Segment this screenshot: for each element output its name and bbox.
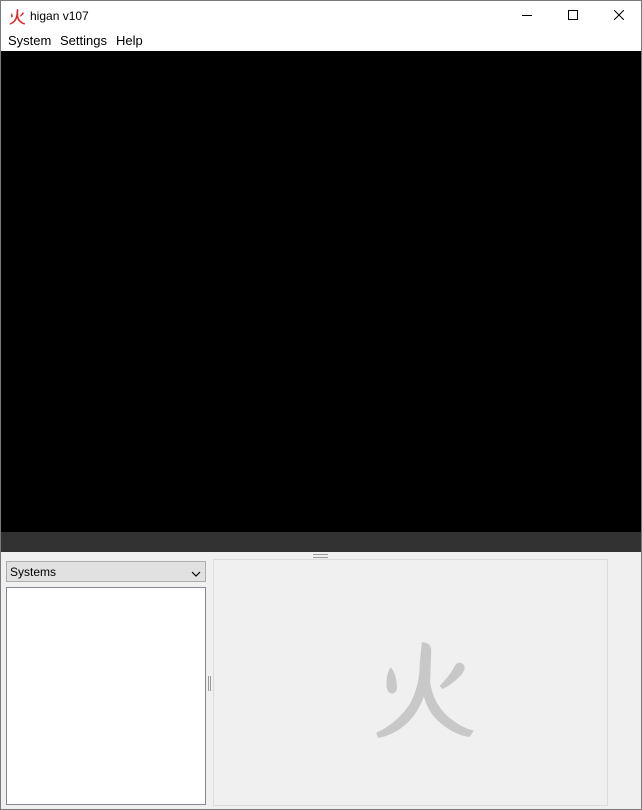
minimize-icon: [522, 9, 532, 23]
menu-help[interactable]: Help: [116, 33, 143, 48]
higan-window: higan v107 System Settings Help Systems: [0, 0, 642, 810]
system-preview-area: [213, 559, 608, 806]
fire-kanji-icon: [374, 636, 478, 740]
system-list[interactable]: [6, 587, 206, 805]
window-title: higan v107: [30, 9, 89, 23]
column-resize-handle[interactable]: [208, 676, 212, 691]
maximize-button[interactable]: [550, 1, 596, 31]
menu-settings[interactable]: Settings: [60, 33, 107, 48]
menu-system[interactable]: System: [8, 33, 51, 48]
title-bar[interactable]: higan v107: [1, 1, 641, 31]
system-category-select[interactable]: Systems: [6, 561, 206, 582]
video-viewport[interactable]: [1, 51, 641, 532]
fire-kanji-icon[interactable]: [9, 8, 26, 25]
maximize-icon: [568, 9, 578, 23]
system-browser-panel: Systems: [1, 552, 641, 809]
status-band: [1, 532, 641, 552]
chevron-down-icon: [191, 567, 201, 577]
menu-bar: System Settings Help: [1, 31, 641, 51]
close-button[interactable]: [596, 1, 641, 31]
close-icon: [613, 9, 625, 23]
system-category-value: Systems: [10, 565, 57, 579]
minimize-button[interactable]: [504, 1, 550, 31]
